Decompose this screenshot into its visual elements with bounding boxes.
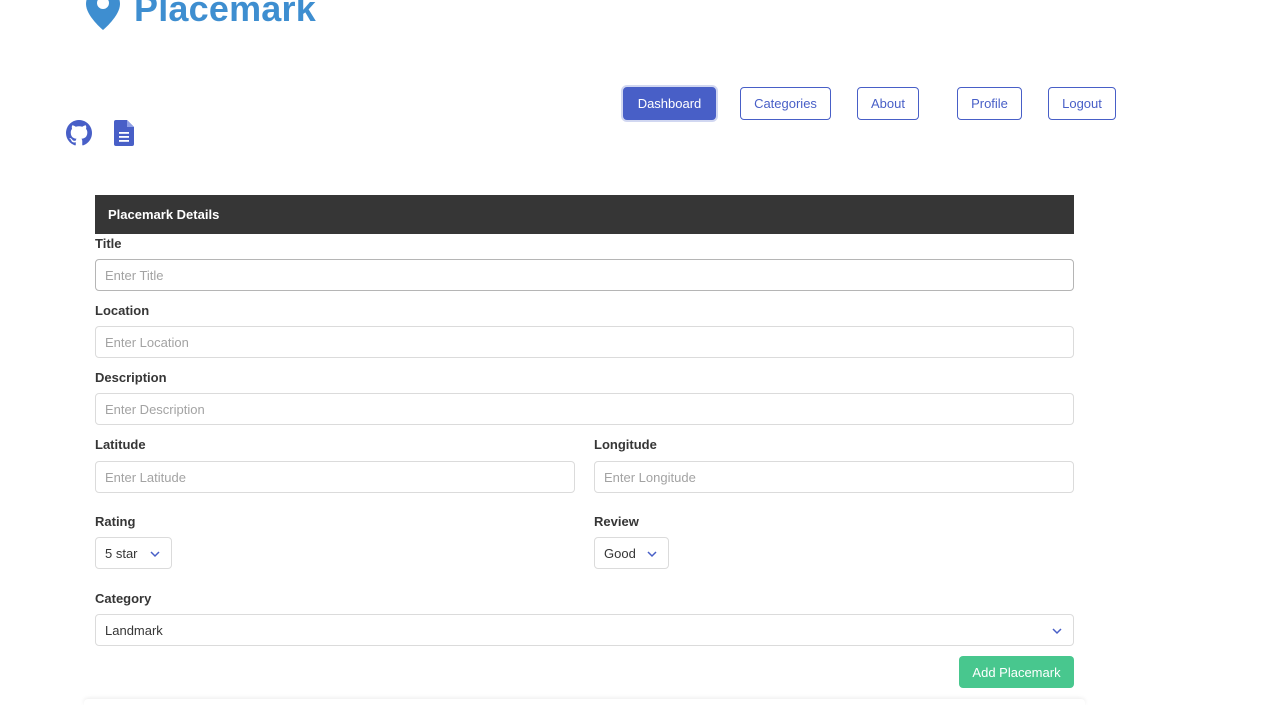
nav-dashboard-button[interactable]: Dashboard bbox=[623, 87, 716, 120]
logo[interactable]: Placemark bbox=[84, 0, 316, 32]
longitude-input[interactable] bbox=[594, 461, 1074, 493]
placemark-form: Placemark Details bbox=[95, 195, 1074, 234]
description-input[interactable] bbox=[95, 393, 1074, 425]
review-label: Review bbox=[594, 514, 639, 529]
chevron-down-icon bbox=[1052, 628, 1062, 635]
location-label: Location bbox=[95, 303, 150, 318]
longitude-label: Longitude bbox=[594, 437, 657, 452]
title-label: Title bbox=[95, 236, 122, 251]
nav-categories-button[interactable]: Categories bbox=[740, 87, 831, 120]
category-selected-value: Landmark bbox=[105, 622, 163, 638]
description-label: Description bbox=[95, 370, 167, 385]
title-input[interactable] bbox=[95, 259, 1074, 291]
form-heading: Placemark Details bbox=[95, 195, 1074, 234]
review-select[interactable]: Good bbox=[594, 537, 669, 569]
rating-selected-value: 5 star bbox=[105, 545, 138, 561]
latitude-label: Latitude bbox=[95, 437, 146, 452]
next-card-edge bbox=[84, 699, 1085, 705]
rating-label: Rating bbox=[95, 514, 136, 529]
document-icon[interactable] bbox=[111, 119, 137, 147]
latitude-input[interactable] bbox=[95, 461, 575, 493]
rating-select[interactable]: 5 star bbox=[95, 537, 172, 569]
category-label: Category bbox=[95, 591, 152, 606]
location-input[interactable] bbox=[95, 326, 1074, 358]
chevron-down-icon bbox=[150, 551, 160, 558]
brand-name: Placemark bbox=[134, 0, 316, 29]
category-select[interactable]: Landmark bbox=[95, 614, 1074, 646]
add-placemark-button[interactable]: Add Placemark bbox=[959, 656, 1074, 688]
chevron-down-icon bbox=[647, 551, 657, 558]
nav-about-button[interactable]: About bbox=[857, 87, 919, 120]
review-selected-value: Good bbox=[604, 545, 636, 561]
github-icon[interactable] bbox=[66, 119, 92, 147]
map-pin-icon bbox=[86, 0, 120, 30]
nav-logout-button[interactable]: Logout bbox=[1048, 87, 1116, 120]
nav-profile-button[interactable]: Profile bbox=[957, 87, 1022, 120]
social-links bbox=[66, 119, 137, 147]
